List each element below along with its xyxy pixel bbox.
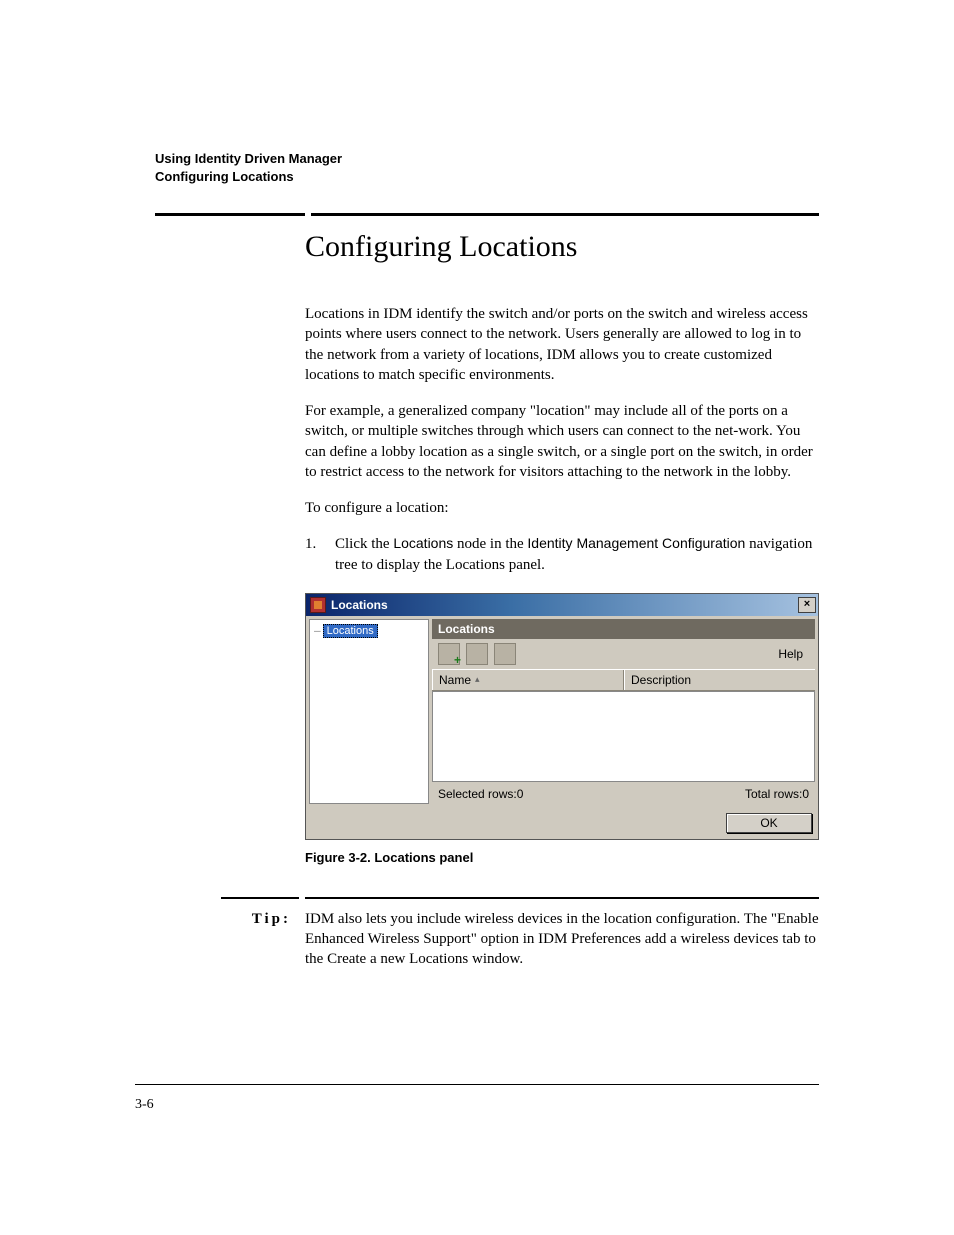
step-1-text: Click the Locations node in the Identity… [335,534,819,575]
tip-text: IDM also lets you include wireless devic… [305,909,819,970]
status-row: Selected rows:0 Total rows:0 [432,784,815,804]
sort-indicator-icon: ▴ [475,674,480,685]
app-icon [310,597,326,613]
idm-config-ref: Identity Management Configuration [527,535,745,551]
grid-body[interactable] [432,691,815,782]
paragraph-1: Locations in IDM identify the switch and… [305,304,819,385]
locations-node-ref: Locations [393,535,453,551]
detail-header: Locations [432,619,815,639]
tree-branch-icon: — [314,624,321,637]
panel-title: Locations [331,598,798,612]
edit-location-icon[interactable] [466,643,488,665]
close-button[interactable]: × [798,597,816,613]
step-1: 1. Click the Locations node in the Ident… [305,534,819,575]
panel-body: — Locations Locations Help [306,616,818,807]
tip-rule [221,897,819,899]
delete-location-icon[interactable] [494,643,516,665]
running-header: Using Identity Driven Manager Configurin… [155,150,819,185]
column-name[interactable]: Name ▴ [432,670,624,690]
content-column: Configuring Locations Locations in IDM i… [305,230,819,970]
panel-titlebar: Locations × [306,594,818,616]
column-description[interactable]: Description [624,670,815,690]
paragraph-3: To configure a location: [305,498,819,518]
tip-label: Tip: [221,909,291,970]
help-link[interactable]: Help [778,647,809,661]
running-header-line2: Configuring Locations [155,168,819,186]
footer-rule [135,1084,819,1085]
page-number: 3-6 [135,1097,154,1113]
running-header-line1: Using Identity Driven Manager [155,150,819,168]
panel-footer: OK [306,807,818,839]
section-rule [155,213,819,216]
toolbar: Help [432,639,815,669]
locations-panel: Locations × — Locations Locations [305,593,819,840]
figure-caption: Figure 3-2. Locations panel [305,850,819,865]
tip-block: Tip: IDM also lets you include wireless … [221,909,819,970]
selected-rows-label: Selected rows:0 [438,787,523,801]
tree-pane[interactable]: — Locations [309,619,429,804]
step-1-number: 1. [305,534,335,575]
page: Using Identity Driven Manager Configurin… [0,0,954,1235]
column-name-label: Name [439,673,471,687]
tree-node-label: Locations [323,624,378,638]
paragraph-2: For example, a generalized company "loca… [305,401,819,482]
detail-pane: Locations Help Name ▴ [432,619,815,804]
tree-node-locations[interactable]: — Locations [314,624,424,638]
grid-header: Name ▴ Description [432,669,815,691]
ok-button[interactable]: OK [726,813,812,833]
add-location-icon[interactable] [438,643,460,665]
column-description-label: Description [631,673,691,687]
section-title: Configuring Locations [305,230,819,264]
total-rows-label: Total rows:0 [745,787,809,801]
